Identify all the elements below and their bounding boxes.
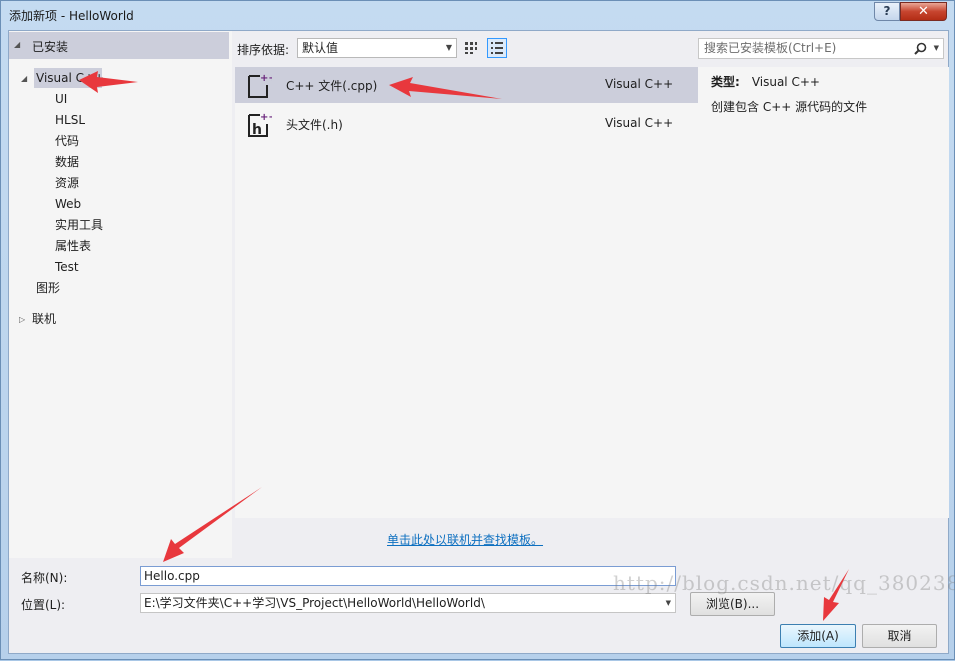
svg-text:h: h	[252, 122, 262, 138]
list-view-button[interactable]	[487, 38, 507, 58]
svg-text:++: ++	[260, 73, 272, 84]
list-view-icon	[491, 42, 503, 54]
name-input[interactable]: Hello.cpp	[140, 566, 676, 586]
search-icon[interactable]	[914, 39, 927, 61]
chevron-down-icon: ▼	[445, 43, 452, 52]
tree-item-resource[interactable]: 资源	[55, 173, 79, 193]
template-search-input[interactable]: 搜索已安装模板(Ctrl+E) ▼	[698, 38, 944, 59]
tree-item-hlsl[interactable]: HLSL	[55, 110, 85, 130]
cpp-file-icon: ++	[248, 73, 272, 98]
watermark-text: http://blog.csdn.net/qq_38023883	[613, 571, 955, 595]
tree-item-online[interactable]: 联机	[32, 309, 56, 329]
type-value: Visual C++	[751, 75, 820, 89]
tree-item-utility[interactable]: 实用工具	[55, 215, 103, 235]
collapsed-triangle-icon[interactable]: ▷	[19, 315, 25, 324]
sort-label: 排序依据:	[237, 43, 290, 57]
tree-item-graphics[interactable]: 图形	[36, 278, 60, 298]
chevron-down-icon[interactable]: ▼	[666, 594, 671, 612]
template-category-tree: ◢ 已安装 Visual C++ ◢ UI HLSL 代码 数据 资源 Web …	[9, 31, 232, 558]
tree-item-web[interactable]: Web	[55, 194, 81, 214]
sort-dropdown[interactable]: 默认值 ▼	[297, 38, 457, 58]
template-language: Visual C++	[605, 116, 674, 130]
cancel-button[interactable]: 取消	[862, 624, 937, 648]
expanded-triangle-icon[interactable]: ◢	[21, 74, 27, 83]
chevron-down-icon[interactable]: ▼	[934, 39, 939, 58]
window-title: 添加新项 - HelloWorld	[9, 9, 134, 23]
tree-item-property-sheets[interactable]: 属性表	[55, 236, 91, 256]
header-file-icon: h ++	[248, 112, 272, 138]
svg-text:++: ++	[260, 112, 272, 123]
tree-item-code[interactable]: 代码	[55, 131, 79, 151]
sort-value: 默认值	[302, 41, 339, 55]
browse-button[interactable]: 浏览(B)...	[690, 592, 775, 616]
tree-item-test[interactable]: Test	[55, 257, 79, 277]
template-type: 类型: Visual C++	[711, 73, 820, 90]
close-button[interactable]: ✕	[900, 2, 947, 21]
template-name: C++ 文件(.cpp)	[286, 79, 378, 93]
add-new-item-dialog: 添加新项 - HelloWorld ? ✕ ◢ 已安装 Visual C++ ◢…	[0, 0, 955, 660]
tree-item-label: Visual C++	[36, 71, 105, 85]
add-button[interactable]: 添加(A)	[780, 624, 856, 648]
type-label: 类型:	[711, 75, 740, 89]
tree-header-installed[interactable]: ◢ 已安装	[9, 32, 229, 59]
template-details-pane: 类型: Visual C++ 创建包含 C++ 源代码的文件	[698, 67, 949, 518]
location-label: 位置(L):	[21, 598, 66, 612]
dialog-client: ◢ 已安装 Visual C++ ◢ UI HLSL 代码 数据 资源 Web …	[8, 30, 949, 654]
template-list: ++ C++ 文件(.cpp) Visual C++ h ++ 头文件(.h) …	[235, 67, 698, 518]
find-templates-online-link[interactable]: 单击此处以联机并查找模板。	[387, 531, 543, 548]
expanded-triangle-icon: ◢	[14, 40, 21, 49]
template-item-header-file[interactable]: h ++ 头文件(.h) Visual C++	[235, 106, 698, 142]
search-placeholder: 搜索已安装模板(Ctrl+E)	[704, 41, 837, 55]
tree-item-ui[interactable]: UI	[55, 89, 67, 109]
template-item-cpp-file[interactable]: ++ C++ 文件(.cpp) Visual C++	[235, 67, 698, 103]
name-label: 名称(N):	[21, 571, 68, 585]
grid-view-icon	[465, 42, 477, 54]
template-description: 创建包含 C++ 源代码的文件	[711, 100, 868, 114]
tree-item-visual-cpp[interactable]: Visual C++	[34, 68, 105, 88]
title-bar[interactable]: 添加新项 - HelloWorld ? ✕	[1, 1, 954, 29]
template-language: Visual C++	[605, 77, 674, 91]
tree-header-label: 已安装	[32, 40, 69, 54]
location-value: E:\学习文件夹\C++学习\VS_Project\HelloWorld\Hel…	[144, 596, 485, 610]
location-combo[interactable]: E:\学习文件夹\C++学习\VS_Project\HelloWorld\Hel…	[140, 593, 676, 613]
small-icons-view-button[interactable]	[461, 38, 481, 58]
template-name: 头文件(.h)	[286, 118, 343, 132]
help-button[interactable]: ?	[874, 2, 900, 21]
tree-item-data[interactable]: 数据	[55, 152, 79, 172]
